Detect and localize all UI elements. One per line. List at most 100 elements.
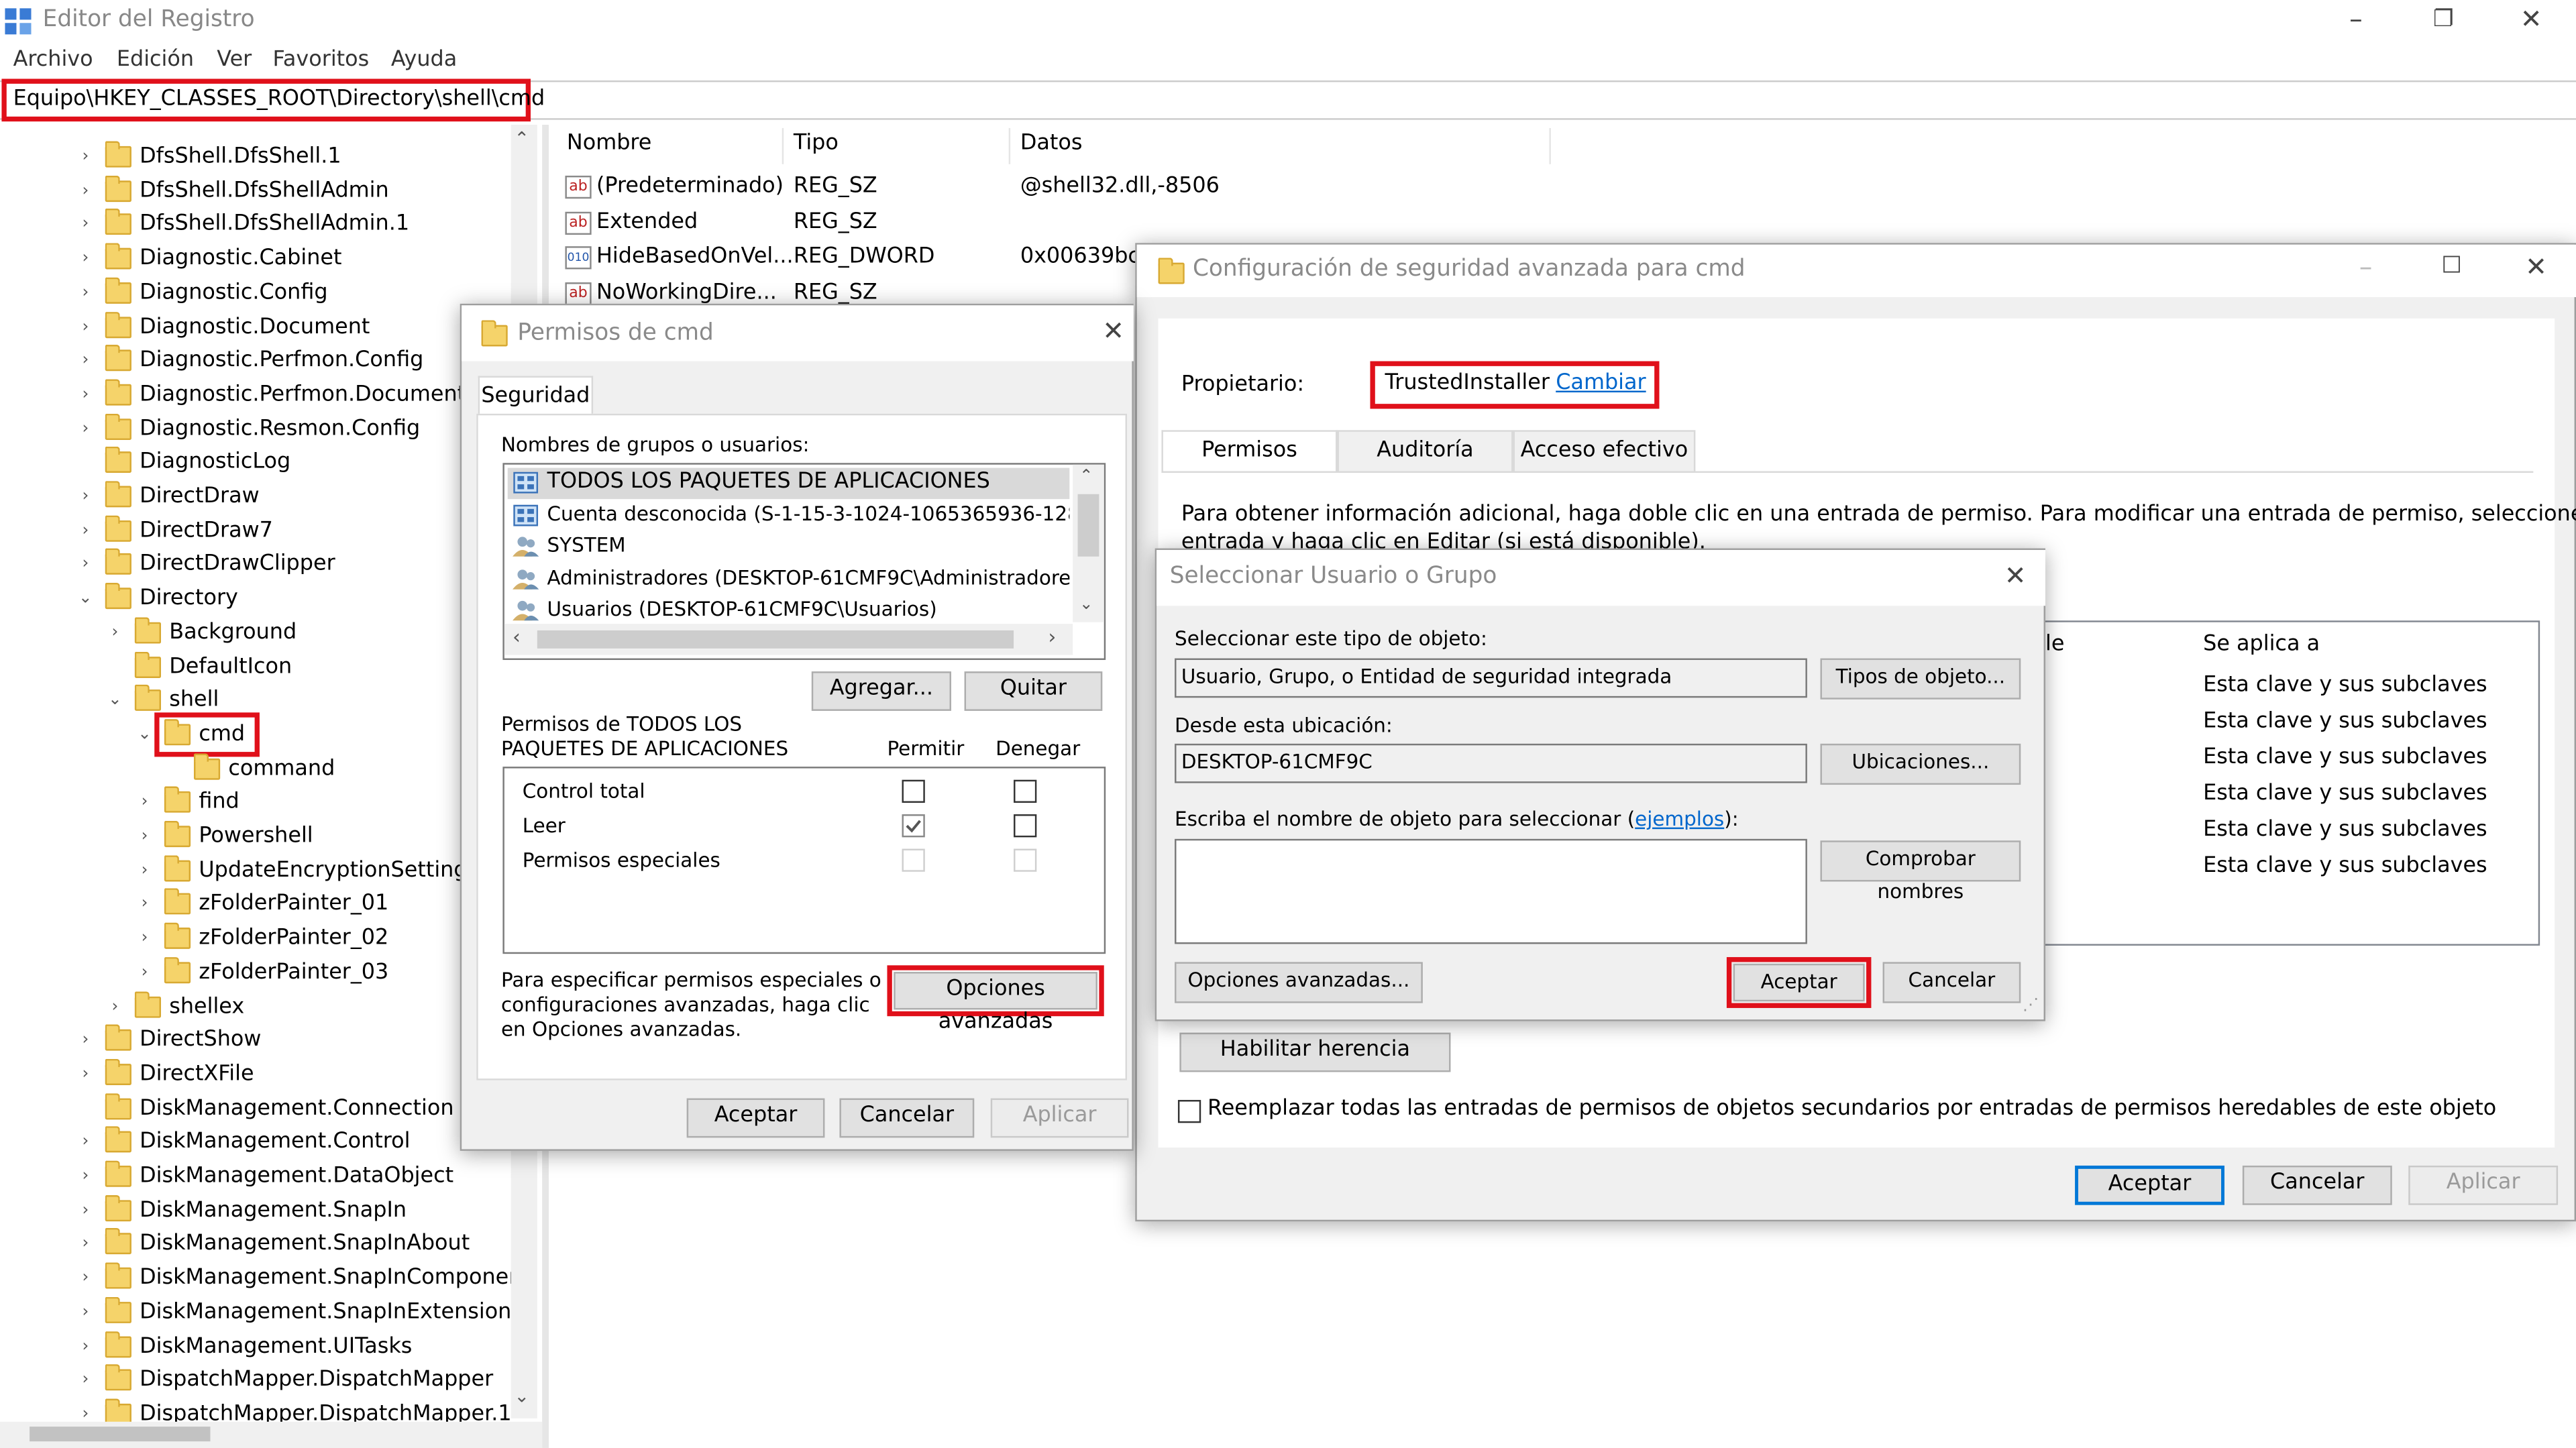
perm-cancel-button[interactable]: Cancelar [839, 1098, 975, 1138]
col-nombre[interactable]: Nombre [567, 131, 652, 156]
chevron-right-icon[interactable]: › [133, 821, 156, 854]
chevron-right-icon[interactable]: › [74, 209, 97, 242]
chevron-right-icon[interactable]: › [74, 1194, 97, 1227]
maximize-icon[interactable]: ☐ [2441, 253, 2462, 279]
select-ok-button[interactable]: Aceptar [1733, 963, 1865, 1002]
tree-item[interactable]: › DirectShow [0, 1024, 511, 1058]
perm-ok-button[interactable]: Aceptar [686, 1098, 825, 1138]
close-icon[interactable]: ✕ [2520, 3, 2542, 35]
chevron-down-icon[interactable]: ⌄ [103, 685, 126, 718]
enable-inheritance-button[interactable]: Habilitar herencia [1179, 1032, 1451, 1072]
user-list-item[interactable]: SYSTEM [547, 534, 1070, 557]
allow-full-control-checkbox[interactable] [902, 779, 925, 803]
user-list-item[interactable]: TODOS LOS PAQUETES DE APLICACIONES [547, 469, 1070, 494]
tree-item[interactable]: › DirectXFile [0, 1058, 511, 1092]
deny-read-checkbox[interactable] [1014, 814, 1037, 838]
chevron-right-icon[interactable] [74, 447, 97, 480]
tree-item[interactable]: › DispatchMapper.DispatchMapper [0, 1364, 511, 1398]
users-hscroll-thumb[interactable] [537, 630, 1014, 649]
chevron-right-icon[interactable]: › [74, 1365, 97, 1398]
chevron-right-icon[interactable]: › [133, 923, 156, 956]
scroll-right-icon[interactable]: › [1048, 626, 1056, 649]
chevron-right-icon[interactable]: › [74, 413, 97, 446]
col-datos[interactable]: Datos [1020, 131, 1083, 156]
tree-item[interactable]: › DiskManagement.SnapInAbout [0, 1228, 511, 1262]
tree-item[interactable]: DiagnosticLog [0, 447, 511, 480]
chevron-right-icon[interactable]: › [74, 1025, 97, 1058]
scroll-up-icon[interactable]: ⌃ [1079, 468, 1093, 486]
chevron-right-icon[interactable]: › [74, 1127, 97, 1160]
chevron-right-icon[interactable]: › [74, 1229, 97, 1262]
tree-item[interactable]: › DfsShell.DfsShellAdmin [0, 175, 511, 208]
tab-permisos[interactable]: Permisos [1161, 430, 1338, 473]
remove-button[interactable]: Quitar [964, 671, 1103, 711]
change-owner-link[interactable]: Cambiar [1556, 371, 1646, 396]
allow-read-checkbox[interactable] [902, 814, 925, 838]
chevron-right-icon[interactable]: › [74, 379, 97, 412]
user-list-item[interactable]: Usuarios (DESKTOP-61CMF9C\Usuarios) [547, 598, 1070, 621]
close-icon[interactable]: ✕ [2004, 560, 2027, 592]
tree-item[interactable]: › DiskManagement.DataObject [0, 1160, 511, 1194]
close-icon[interactable]: ✕ [2525, 252, 2547, 283]
menu-ayuda[interactable]: Ayuda [391, 48, 457, 72]
tree-item[interactable]: › DiskManagement.SnapIn [0, 1194, 511, 1227]
tree-item[interactable]: › DirectDraw7 [0, 514, 511, 548]
chevron-right-icon[interactable] [162, 753, 185, 786]
adv-ok-button[interactable]: Aceptar [2075, 1165, 2224, 1205]
chevron-right-icon[interactable]: › [133, 889, 156, 922]
chevron-right-icon[interactable]: › [133, 787, 156, 820]
select-advanced-button[interactable]: Opciones avanzadas... [1175, 962, 1423, 1003]
col-applies-header[interactable]: Se aplica a [2203, 632, 2320, 657]
scroll-down-icon[interactable]: ⌄ [515, 1386, 530, 1407]
user-list-item[interactable]: Cuenta desconocida (S-1-15-3-1024-106536… [547, 502, 1070, 524]
chevron-right-icon[interactable]: › [74, 175, 97, 208]
scroll-down-icon[interactable]: ⌄ [1079, 596, 1093, 614]
menu-favoritos[interactable]: Favoritos [273, 48, 370, 72]
tree-item[interactable]: › Diagnostic.Resmon.Config [0, 412, 511, 446]
col-partial-header[interactable]: le [2045, 632, 2064, 657]
chevron-down-icon[interactable]: ⌄ [74, 583, 97, 616]
tree-item[interactable]: › Diagnostic.Perfmon.Config [0, 345, 511, 378]
add-button[interactable]: Agregar... [811, 671, 951, 711]
chevron-right-icon[interactable]: › [74, 1059, 97, 1092]
select-cancel-button[interactable]: Cancelar [1882, 962, 2021, 1003]
chevron-down-icon[interactable]: ⌄ [133, 719, 156, 752]
tab-acceso-efectivo[interactable]: Acceso efectivo [1513, 430, 1696, 473]
chevron-right-icon[interactable]: › [74, 311, 97, 344]
tree-item[interactable]: › DiskManagement.Control [0, 1126, 511, 1160]
chevron-right-icon[interactable]: › [74, 1296, 97, 1329]
chevron-right-icon[interactable]: › [74, 1331, 97, 1363]
adv-cancel-button[interactable]: Cancelar [2242, 1165, 2392, 1205]
users-vscroll-thumb[interactable] [1077, 494, 1099, 557]
tree-item[interactable]: › Diagnostic.Cabinet [0, 243, 511, 276]
tree-item[interactable]: › DiskManagement.UITasks [0, 1330, 511, 1363]
tree-item[interactable]: ⌄ Directory [0, 583, 511, 616]
menu-edicion[interactable]: Edición [117, 48, 194, 72]
advanced-options-button[interactable]: Opciones avanzadas [894, 972, 1097, 1034]
tree-item[interactable]: › find [0, 787, 511, 820]
minimize-icon[interactable]: – [2349, 3, 2363, 35]
tab-seguridad[interactable]: Seguridad [478, 376, 594, 416]
scroll-up-icon[interactable]: ⌃ [515, 128, 530, 150]
tree-item[interactable]: › Powershell [0, 820, 511, 854]
chevron-right-icon[interactable] [74, 1093, 97, 1125]
tree-item[interactable]: › zFolderPainter_02 [0, 922, 511, 956]
object-types-button[interactable]: Tipos de objeto... [1820, 658, 2021, 700]
chevron-right-icon[interactable]: › [74, 243, 97, 276]
tree-item[interactable]: › DiskManagement.SnapInComponent [0, 1262, 531, 1296]
address-bar[interactable]: Equipo\HKEY_CLASSES_ROOT\Directory\shell… [1, 78, 545, 122]
examples-link[interactable]: ejemplos [1635, 807, 1724, 830]
chevron-right-icon[interactable]: › [133, 855, 156, 888]
tree-item[interactable]: › Diagnostic.Perfmon.Document [0, 379, 511, 412]
tree-item[interactable]: › DfsShell.DfsShellAdmin.1 [0, 209, 511, 242]
tree-hscroll-thumb[interactable] [30, 1427, 211, 1442]
resize-grip-icon[interactable]: ⋰ [2023, 997, 2039, 1015]
chevron-right-icon[interactable]: › [74, 277, 97, 310]
value-name[interactable]: (Predeterminado) [596, 174, 784, 199]
chevron-right-icon[interactable]: › [74, 1263, 97, 1296]
chevron-right-icon[interactable]: › [74, 481, 97, 514]
adv-apply-button[interactable]: Aplicar [2408, 1165, 2559, 1205]
tree-item[interactable]: › DirectDrawClipper [0, 549, 511, 582]
locations-button[interactable]: Ubicaciones... [1820, 743, 2021, 785]
tree-item[interactable]: › UpdateEncryptionSettings [0, 854, 511, 888]
